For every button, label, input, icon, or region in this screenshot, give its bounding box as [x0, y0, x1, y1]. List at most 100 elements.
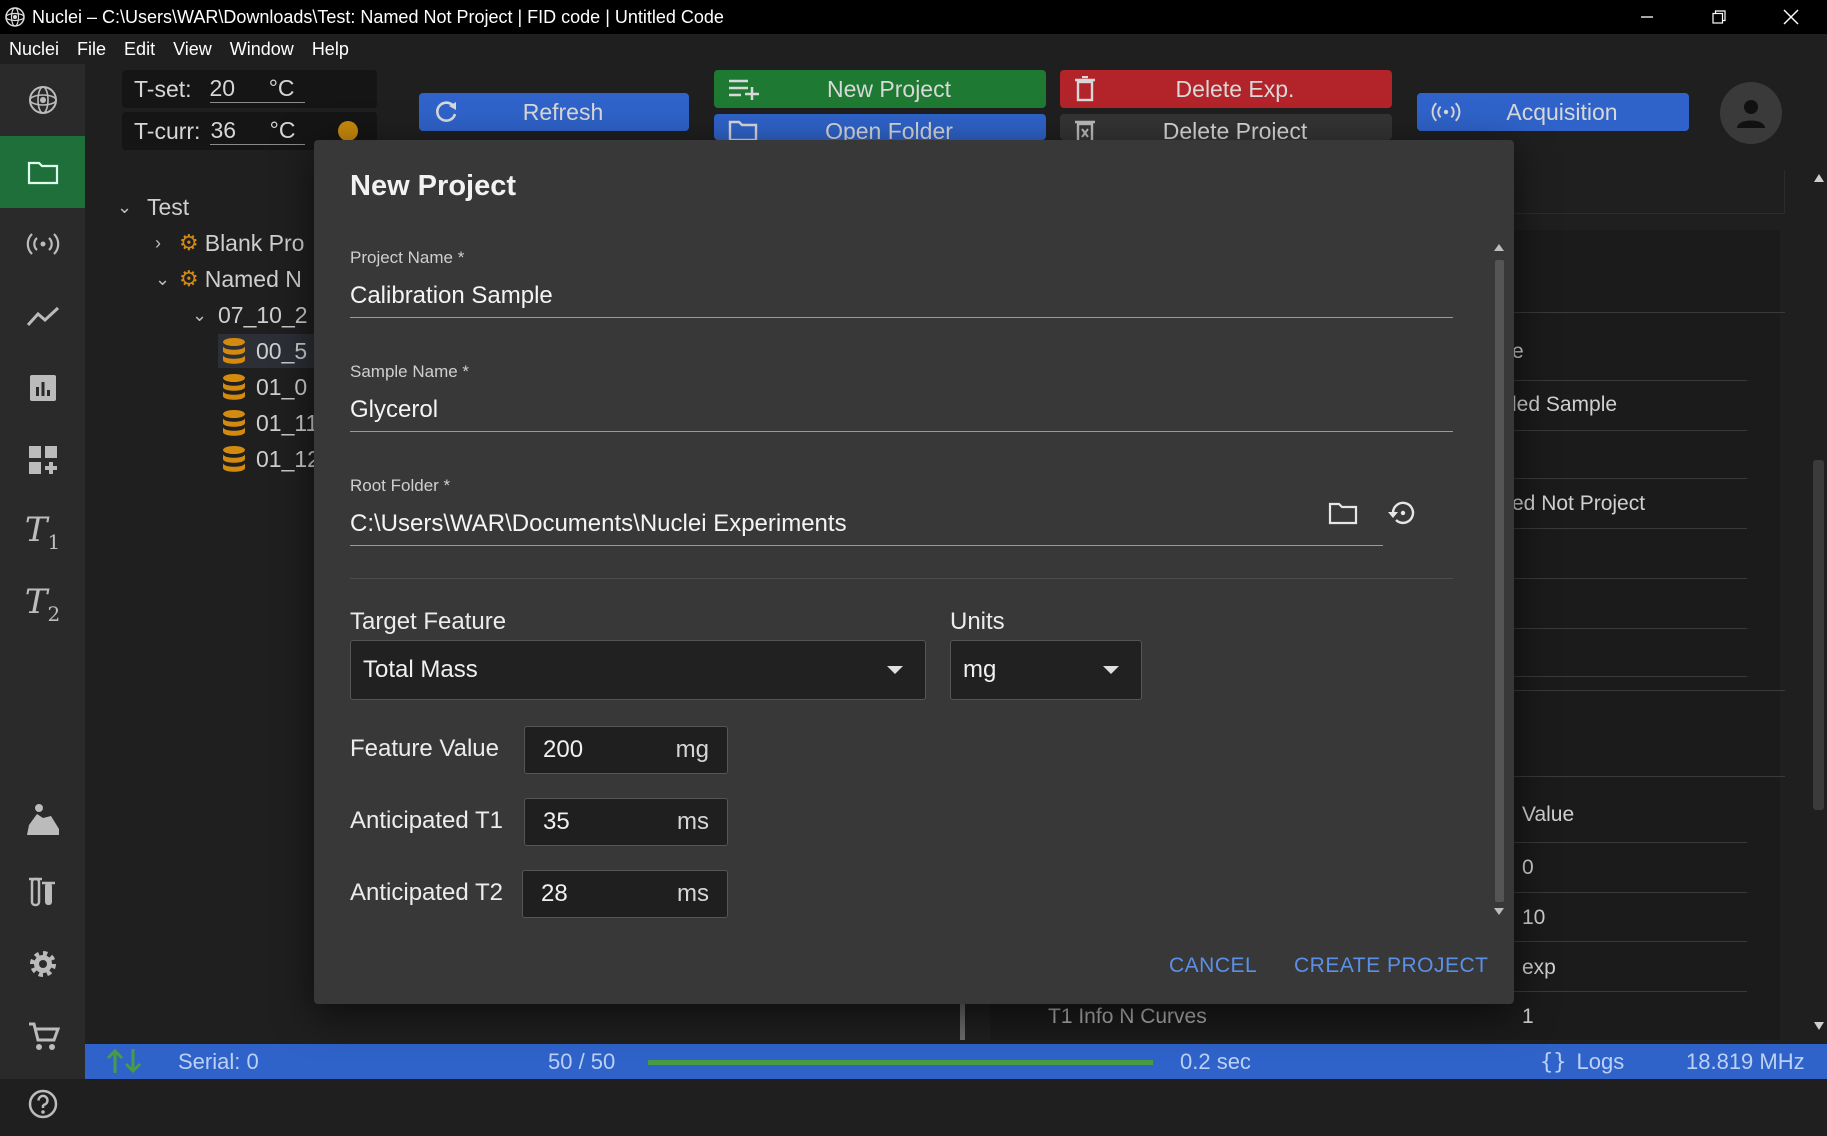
units-label: Units: [950, 608, 1005, 635]
sidebar-item-help[interactable]: [0, 1072, 85, 1136]
chevron-down-icon: ⌄: [192, 304, 208, 325]
status-bar: Serial: 0 50 / 50 0.2 sec {} Logs 18.819 …: [85, 1044, 1827, 1079]
sidebar-item-t1[interactable]: T1: [0, 496, 85, 568]
t1-info-label: T1 Info N Curves: [1048, 1005, 1207, 1028]
t-set-label: T-set:: [134, 75, 192, 102]
sidebar-item-cart[interactable]: [0, 1000, 85, 1072]
open-folder-button[interactable]: Open Folder: [714, 114, 1046, 140]
feature-value-input[interactable]: 200 mg: [524, 726, 728, 774]
root-folder-label: Root Folder *: [350, 476, 451, 495]
value-cell: 0: [1522, 856, 1534, 879]
playlist-add-icon: [729, 79, 759, 100]
sidebar-item-user-hiking[interactable]: [0, 784, 85, 856]
user-avatar[interactable]: [1720, 82, 1782, 144]
bg-divider: [1510, 676, 1747, 677]
bar-chart-icon: [29, 375, 56, 401]
logs-button[interactable]: {} Logs: [1540, 1049, 1624, 1075]
tree-item-experiment[interactable]: 01_12: [218, 442, 320, 476]
serial-status: Serial: 0: [178, 1049, 259, 1074]
new-project-button[interactable]: New Project: [714, 70, 1046, 108]
tree-item-project[interactable]: › ⚙ Blank Pro: [155, 226, 304, 260]
scroll-down-icon: [1494, 908, 1504, 915]
splitter-handle[interactable]: [960, 1004, 965, 1040]
t-curr-value: 36: [210, 117, 237, 143]
chevron-down-icon: ⌄: [117, 196, 133, 217]
user-icon: [1737, 100, 1765, 128]
anticipated-t1-input[interactable]: 35 ms: [524, 798, 728, 846]
sort-arrows-icon[interactable]: [105, 1047, 145, 1075]
restore-history-icon: [1388, 501, 1415, 525]
sample-name-input[interactable]: [350, 388, 1453, 432]
menu-help[interactable]: Help: [303, 39, 358, 60]
menu-nuclei[interactable]: Nuclei: [0, 39, 68, 60]
sidebar-item-home[interactable]: [0, 64, 85, 136]
tree-item-experiment[interactable]: 01_11: [218, 406, 318, 440]
root-folder-input[interactable]: [350, 502, 1383, 546]
acquisition-button[interactable]: Acquisition: [1417, 93, 1689, 131]
sidebar-item-stats[interactable]: [0, 352, 85, 424]
units-select[interactable]: mg: [950, 640, 1142, 700]
menu-window[interactable]: Window: [221, 39, 303, 60]
bg-divider: [1510, 312, 1785, 313]
sidebar-item-t2[interactable]: T2: [0, 568, 85, 640]
target-feature-select[interactable]: Total Mass: [350, 640, 926, 700]
folder-open-icon: [728, 120, 758, 140]
refresh-button[interactable]: Refresh: [419, 93, 689, 131]
sidebar-item-settings[interactable]: [0, 928, 85, 1000]
cancel-button[interactable]: CANCEL: [1169, 954, 1257, 978]
scan-time: 0.2 sec: [1180, 1049, 1251, 1074]
menu-edit[interactable]: Edit: [115, 39, 164, 60]
chevron-down-icon: ⌄: [155, 268, 171, 289]
reset-folder-button[interactable]: [1382, 493, 1422, 533]
new-project-dialog: New Project Project Name * Sample Name *…: [314, 140, 1514, 1004]
sidebar-item-acquisition[interactable]: [0, 208, 85, 280]
scrollbar-thumb[interactable]: [1813, 460, 1824, 810]
tree-item-experiment[interactable]: 00_5: [218, 334, 318, 368]
delete-project-button[interactable]: Delete Project: [1060, 114, 1392, 140]
menu-view[interactable]: View: [164, 39, 221, 60]
test-tubes-icon: [28, 877, 55, 907]
restore-button[interactable]: [1683, 0, 1755, 34]
tree-item-root[interactable]: ⌄ Test: [117, 190, 189, 224]
title-bar: Nuclei – C:\Users\WAR\Downloads\Test: Na…: [0, 0, 1827, 34]
sidebar-item-dashboard[interactable]: [0, 424, 85, 496]
bg-divider: [1510, 380, 1747, 381]
browse-folder-button[interactable]: [1323, 493, 1363, 533]
app-logo-icon: [5, 7, 25, 27]
project-name-input[interactable]: [350, 274, 1453, 318]
window-title: Nuclei – C:\Users\WAR\Downloads\Test: Na…: [32, 6, 724, 27]
sidebar-item-trend[interactable]: [0, 280, 85, 352]
t-curr-label: T-curr:: [134, 117, 201, 144]
menu-bar: Nuclei File Edit View Window Help: [0, 34, 1827, 64]
t-set-box: T-set: 20 °C: [122, 70, 377, 108]
create-project-button[interactable]: CREATE PROJECT: [1294, 954, 1488, 978]
sidebar-item-calibration[interactable]: [0, 856, 85, 928]
bg-divider: [1510, 842, 1747, 843]
gear-icon: [29, 951, 56, 977]
info-project-name: ed Not Project: [1512, 492, 1646, 515]
close-window-button[interactable]: [1755, 0, 1827, 34]
menu-file[interactable]: File: [68, 39, 115, 60]
tree-item-project[interactable]: ⌄ ⚙ Named N: [155, 262, 302, 296]
database-icon: [222, 337, 246, 365]
folder-icon: [1328, 502, 1358, 525]
gear-folder-icon: ⚙: [179, 266, 199, 291]
trash-icon: [1075, 76, 1095, 102]
delete-experiment-button[interactable]: Delete Exp.: [1060, 70, 1392, 108]
dialog-scrollbar[interactable]: [1492, 240, 1506, 920]
tree-item-experiment[interactable]: 01_0: [218, 370, 307, 404]
scan-count: 50 / 50: [548, 1049, 616, 1074]
sidebar-item-projects[interactable]: [0, 136, 85, 208]
database-icon: [222, 445, 246, 473]
main-scrollbar[interactable]: [1810, 170, 1827, 1040]
refresh-icon: [436, 101, 457, 122]
dialog-scrollbar-thumb[interactable]: [1495, 260, 1504, 902]
minimize-button[interactable]: [1611, 0, 1683, 34]
scroll-up-icon: [1494, 244, 1504, 251]
bg-divider: [1510, 578, 1747, 579]
t-set-value[interactable]: 20: [210, 75, 236, 102]
anticipated-t2-input[interactable]: 28 ms: [522, 870, 728, 918]
bg-divider: [1510, 892, 1747, 893]
tree-item-date[interactable]: ⌄ 07_10_2: [192, 298, 308, 332]
anticipated-t2-label: Anticipated T2: [350, 879, 503, 906]
